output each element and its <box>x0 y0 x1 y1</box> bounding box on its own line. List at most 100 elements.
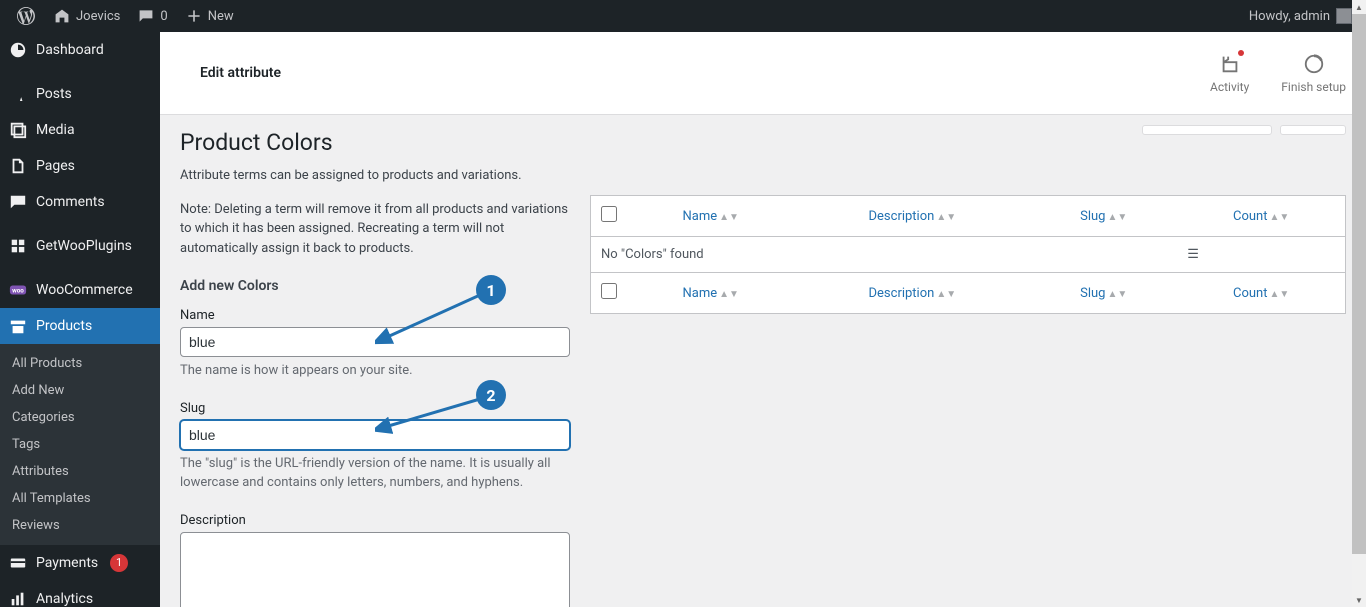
menu-label: Dashboard <box>36 42 104 58</box>
select-all-checkbox-footer[interactable] <box>601 283 617 299</box>
submenu-tags[interactable]: Tags <box>0 431 160 458</box>
submenu-attributes[interactable]: Attributes <box>0 458 160 485</box>
browser-scrollbar[interactable]: ▲ ▼ <box>1352 0 1366 607</box>
activity-button[interactable]: Activity <box>1210 52 1249 94</box>
finish-setup-label: Finish setup <box>1281 80 1346 94</box>
page-description: Attribute terms can be assigned to produ… <box>180 166 570 186</box>
col-count-header[interactable]: Count▲▼ <box>1177 196 1345 237</box>
sort-icon: ▲▼ <box>1108 289 1128 300</box>
annotation-badge-2: 2 <box>476 380 506 410</box>
sort-icon: ▲▼ <box>936 212 956 223</box>
menu-label: Payments <box>36 555 98 571</box>
plugin-icon <box>8 236 28 256</box>
menu-pages[interactable]: Pages <box>0 148 160 184</box>
submenu-categories[interactable]: Categories <box>0 404 160 431</box>
scroll-down-icon[interactable]: ▼ <box>1352 593 1366 607</box>
menu-analytics[interactable]: Analytics <box>0 581 160 607</box>
partial-button[interactable] <box>1280 125 1346 135</box>
empty-message: No "Colors" found <box>591 237 1178 273</box>
media-icon <box>8 120 28 140</box>
sort-icon: ▲▼ <box>1269 289 1289 300</box>
howdy-text: Howdy, admin <box>1249 9 1330 24</box>
annotation-badge-1: 1 <box>476 275 506 305</box>
wp-logo[interactable] <box>8 0 44 32</box>
notification-dot-icon <box>1238 50 1244 56</box>
sort-icon: ▲▼ <box>1108 212 1128 223</box>
products-submenu: All Products Add New Categories Tags Att… <box>0 344 160 545</box>
dashboard-icon <box>8 40 28 60</box>
admin-sidebar: Dashboard Posts Media Pages Comments Get… <box>0 32 160 607</box>
scrollbar-thumb[interactable] <box>1352 14 1366 554</box>
payments-badge: 1 <box>110 554 128 572</box>
annotation-arrow-2 <box>375 394 485 434</box>
page-header: Edit attribute Activity Finish setup <box>160 32 1366 115</box>
submenu-add-new[interactable]: Add New <box>0 377 160 404</box>
menu-label: GetWooPlugins <box>36 238 132 254</box>
menu-media[interactable]: Media <box>0 112 160 148</box>
form-column: Product Colors Attribute terms can be as… <box>180 115 570 607</box>
payments-icon <box>8 553 28 573</box>
page-title: Product Colors <box>180 129 570 156</box>
site-name: Joevics <box>76 9 120 24</box>
menu-label: Products <box>36 318 92 334</box>
woo-icon: woo <box>8 280 28 300</box>
menu-label: Pages <box>36 158 75 174</box>
menu-label: Analytics <box>36 591 93 607</box>
admin-bar: Joevics 0 New Howdy, admin <box>0 0 1366 32</box>
header-actions: Activity Finish setup <box>1210 52 1346 94</box>
partial-button[interactable] <box>1142 125 1272 135</box>
page-note: Note: Deleting a term will remove it fro… <box>180 200 570 259</box>
description-label: Description <box>180 513 570 528</box>
activity-icon <box>1218 52 1242 76</box>
annotation-arrow-1 <box>375 290 485 345</box>
finish-setup-button[interactable]: Finish setup <box>1281 52 1346 94</box>
sort-icon: ▲▼ <box>719 212 739 223</box>
col-count-footer[interactable]: Count▲▼ <box>1177 273 1345 314</box>
submenu-all-products[interactable]: All Products <box>0 350 160 377</box>
comment-icon <box>136 6 156 26</box>
menu-comments[interactable]: Comments <box>0 184 160 220</box>
col-desc-footer[interactable]: Description▲▼ <box>794 273 1030 314</box>
menu-products[interactable]: Products <box>0 308 160 344</box>
sort-icon: ▲▼ <box>719 289 739 300</box>
menu-woocommerce[interactable]: woo WooCommerce <box>0 272 160 308</box>
description-textarea[interactable] <box>180 532 570 607</box>
menu-label: Media <box>36 122 75 138</box>
page-icon <box>8 156 28 176</box>
submenu-all-templates[interactable]: All Templates <box>0 485 160 512</box>
new-label: New <box>208 9 234 24</box>
content-area: Product Colors Attribute terms can be as… <box>160 115 1366 607</box>
page-header-title: Edit attribute <box>200 65 281 81</box>
home-icon <box>52 6 72 26</box>
menu-posts[interactable]: Posts <box>0 76 160 112</box>
col-slug-header[interactable]: Slug▲▼ <box>1030 196 1177 237</box>
col-desc-header[interactable]: Description▲▼ <box>794 196 1030 237</box>
scroll-up-icon[interactable]: ▲ <box>1352 0 1366 14</box>
submenu-reviews[interactable]: Reviews <box>0 512 160 539</box>
menu-label: WooCommerce <box>36 282 133 298</box>
menu-dashboard[interactable]: Dashboard <box>0 32 160 68</box>
progress-icon <box>1302 52 1326 76</box>
admin-bar-right[interactable]: Howdy, admin <box>1249 8 1358 24</box>
svg-text:woo: woo <box>12 287 24 295</box>
plus-icon <box>184 6 204 26</box>
row-menu-icon[interactable]: ☰ <box>1177 237 1345 273</box>
select-all-checkbox[interactable] <box>601 206 617 222</box>
col-slug-footer[interactable]: Slug▲▼ <box>1030 273 1177 314</box>
site-name-link[interactable]: Joevics <box>44 0 128 32</box>
menu-payments[interactable]: Payments 1 <box>0 545 160 581</box>
pin-icon <box>8 84 28 104</box>
col-name-header[interactable]: Name▲▼ <box>627 196 794 237</box>
menu-label: Posts <box>36 86 72 102</box>
name-help: The name is how it appears on your site. <box>180 361 570 381</box>
activity-label: Activity <box>1210 80 1249 94</box>
avatar-icon <box>1336 8 1352 24</box>
new-link[interactable]: New <box>176 0 242 32</box>
col-name-footer[interactable]: Name▲▼ <box>627 273 794 314</box>
comments-link[interactable]: 0 <box>128 0 175 32</box>
admin-bar-left: Joevics 0 New <box>8 0 242 32</box>
menu-getwooplugins[interactable]: GetWooPlugins <box>0 228 160 264</box>
main-content: Edit attribute Activity Finish setup Pro <box>160 32 1366 607</box>
partial-buttons <box>1142 125 1346 135</box>
sort-icon: ▲▼ <box>936 289 956 300</box>
